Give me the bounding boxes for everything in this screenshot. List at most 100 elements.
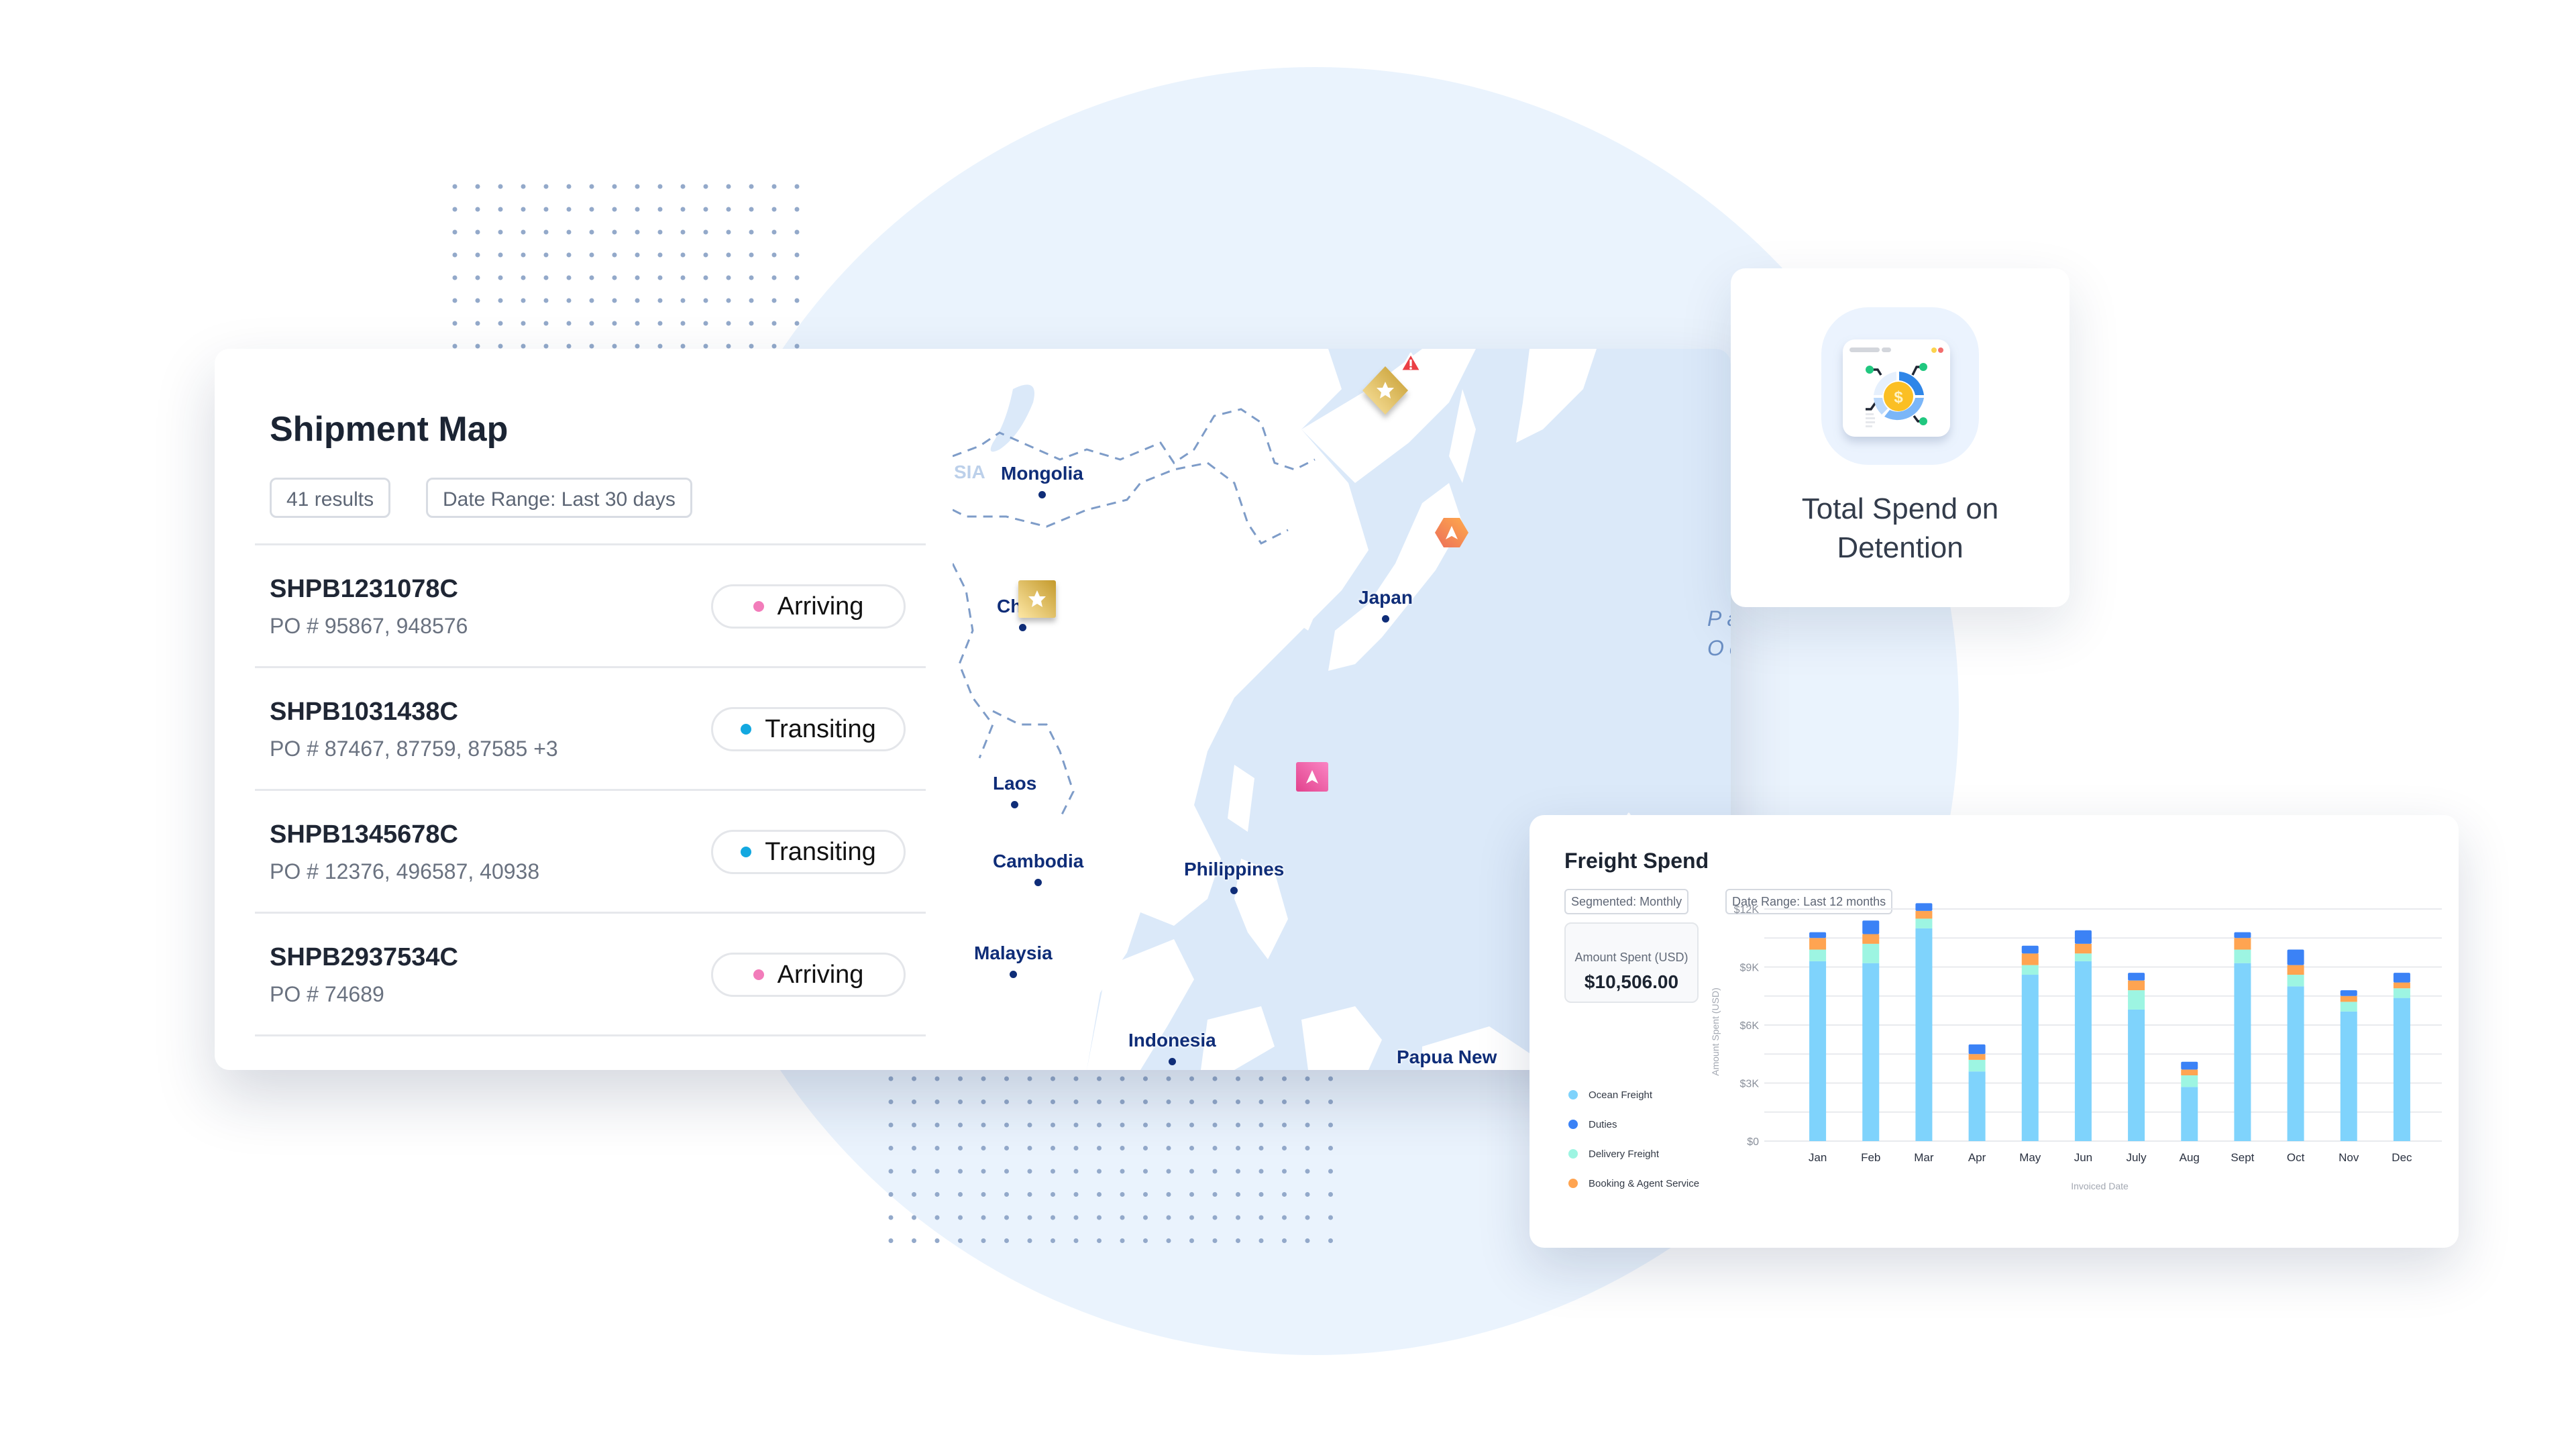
pattern-dot: [521, 343, 526, 349]
pattern-dot: [1143, 1099, 1148, 1104]
pattern-dot: [680, 252, 686, 258]
pattern-dot: [657, 298, 663, 303]
pattern-dot: [498, 229, 503, 235]
bar-segment: [2393, 998, 2410, 1141]
pattern-dot: [498, 207, 503, 212]
pattern-dot: [680, 321, 686, 326]
pattern-dot: [1166, 1215, 1171, 1220]
pattern-dot: [475, 321, 480, 326]
bar-segment: [2234, 938, 2251, 950]
pattern-dot: [1004, 1169, 1009, 1174]
pattern-dot: [1236, 1099, 1240, 1104]
pattern-dot: [1143, 1192, 1148, 1197]
pattern-dot: [543, 252, 549, 258]
pattern-dot: [1143, 1215, 1148, 1220]
shipment-row-partial[interactable]: [255, 1034, 926, 1070]
pattern-dot: [1282, 1238, 1287, 1243]
po-numbers: PO # 95867, 948576: [270, 614, 468, 638]
pattern-dot: [1097, 1099, 1102, 1104]
shipment-row[interactable]: SHPB1031438C PO # 87467, 87759, 87585 +3…: [255, 666, 926, 789]
pattern-dot: [657, 321, 663, 326]
pattern-dot: [521, 252, 526, 258]
pattern-dot: [635, 298, 640, 303]
y-tick-label: $3K: [1740, 1079, 1760, 1090]
pattern-dot: [475, 252, 480, 258]
pattern-dot: [589, 275, 594, 280]
pattern-dot: [498, 275, 503, 280]
map-label-japan: Japan: [1358, 587, 1413, 623]
pattern-dot: [1073, 1146, 1079, 1150]
pattern-dot: [1027, 1169, 1032, 1174]
pattern-dot: [726, 252, 731, 258]
pattern-dot: [888, 1169, 894, 1174]
x-tick-label: Oct: [2287, 1151, 2305, 1164]
pattern-dot: [934, 1169, 940, 1174]
pattern-dot: [1120, 1122, 1125, 1128]
pattern-dot: [794, 252, 800, 258]
detention-spend-card[interactable]: $ Total Spend on Detention: [1731, 268, 2070, 607]
pattern-dot: [1258, 1238, 1264, 1243]
x-axis-label: Invoiced Date: [2071, 1181, 2129, 1191]
pattern-dot: [475, 229, 480, 235]
pattern-dot: [1189, 1099, 1194, 1104]
dot-pattern-bottom: [885, 1073, 1355, 1248]
pattern-dot: [1212, 1169, 1218, 1174]
status-badge: Arriving: [711, 584, 906, 629]
pattern-dot: [726, 321, 731, 326]
pattern-dot: [794, 275, 800, 280]
bar-segment: [2128, 990, 2145, 1010]
pattern-dot: [1166, 1076, 1171, 1081]
shipment-id: SHPB1231078C: [270, 575, 458, 603]
bar-segment: [2393, 988, 2410, 998]
pattern-dot: [794, 343, 800, 349]
bar-segment: [2234, 963, 2251, 1141]
pattern-dot: [958, 1099, 963, 1104]
pattern-dot: [912, 1215, 916, 1220]
bar-segment: [1862, 920, 1880, 934]
pattern-dot: [703, 275, 708, 280]
date-range-filter[interactable]: Date Range: Last 30 days: [426, 478, 692, 518]
status-dot-icon: [741, 724, 752, 735]
pattern-dot: [566, 252, 572, 258]
bar-segment: [2340, 1002, 2357, 1012]
status-dot-icon: [753, 969, 764, 980]
pattern-dot: [1328, 1169, 1333, 1174]
pattern-dot: [726, 229, 731, 235]
y-axis-label: Amount Spent (USD): [1710, 987, 1721, 1076]
pattern-dot: [521, 229, 526, 235]
shipment-row[interactable]: SHPB1231078C PO # 95867, 948576 Arriving: [255, 543, 926, 666]
pattern-dot: [1189, 1146, 1194, 1150]
pattern-dot: [1236, 1169, 1240, 1174]
pattern-dot: [1073, 1238, 1079, 1243]
pattern-dot: [771, 298, 777, 303]
pattern-dot: [1120, 1169, 1125, 1174]
pattern-dot: [1282, 1099, 1287, 1104]
pattern-dot: [771, 207, 777, 212]
pattern-dot: [680, 343, 686, 349]
svg-text:$: $: [1894, 388, 1903, 407]
pattern-dot: [934, 1099, 940, 1104]
pattern-dot: [794, 298, 800, 303]
pattern-dot: [771, 184, 777, 189]
ocean-label: Pac Oc: [1707, 606, 1731, 660]
shipment-row[interactable]: SHPB2937534C PO # 74689 Arriving: [255, 912, 926, 1034]
pattern-dot: [543, 275, 549, 280]
x-tick-label: Sept: [2231, 1151, 2254, 1164]
pattern-dot: [1305, 1238, 1310, 1243]
pattern-dot: [521, 207, 526, 212]
pattern-dot: [452, 298, 458, 303]
pattern-dot: [749, 275, 754, 280]
shipment-row[interactable]: SHPB1345678C PO # 12376, 496587, 40938 T…: [255, 789, 926, 912]
pattern-dot: [498, 298, 503, 303]
bar-segment: [1968, 1054, 1986, 1060]
bar-segment: [2128, 980, 2145, 991]
pattern-dot: [1328, 1192, 1333, 1197]
pattern-dot: [771, 321, 777, 326]
dot-pattern-top: [449, 181, 812, 356]
pattern-dot: [566, 207, 572, 212]
pattern-dot: [1120, 1076, 1125, 1081]
pattern-dot: [1004, 1192, 1009, 1197]
pattern-dot: [1305, 1192, 1310, 1197]
pattern-dot: [452, 321, 458, 326]
pattern-dot: [498, 321, 503, 326]
